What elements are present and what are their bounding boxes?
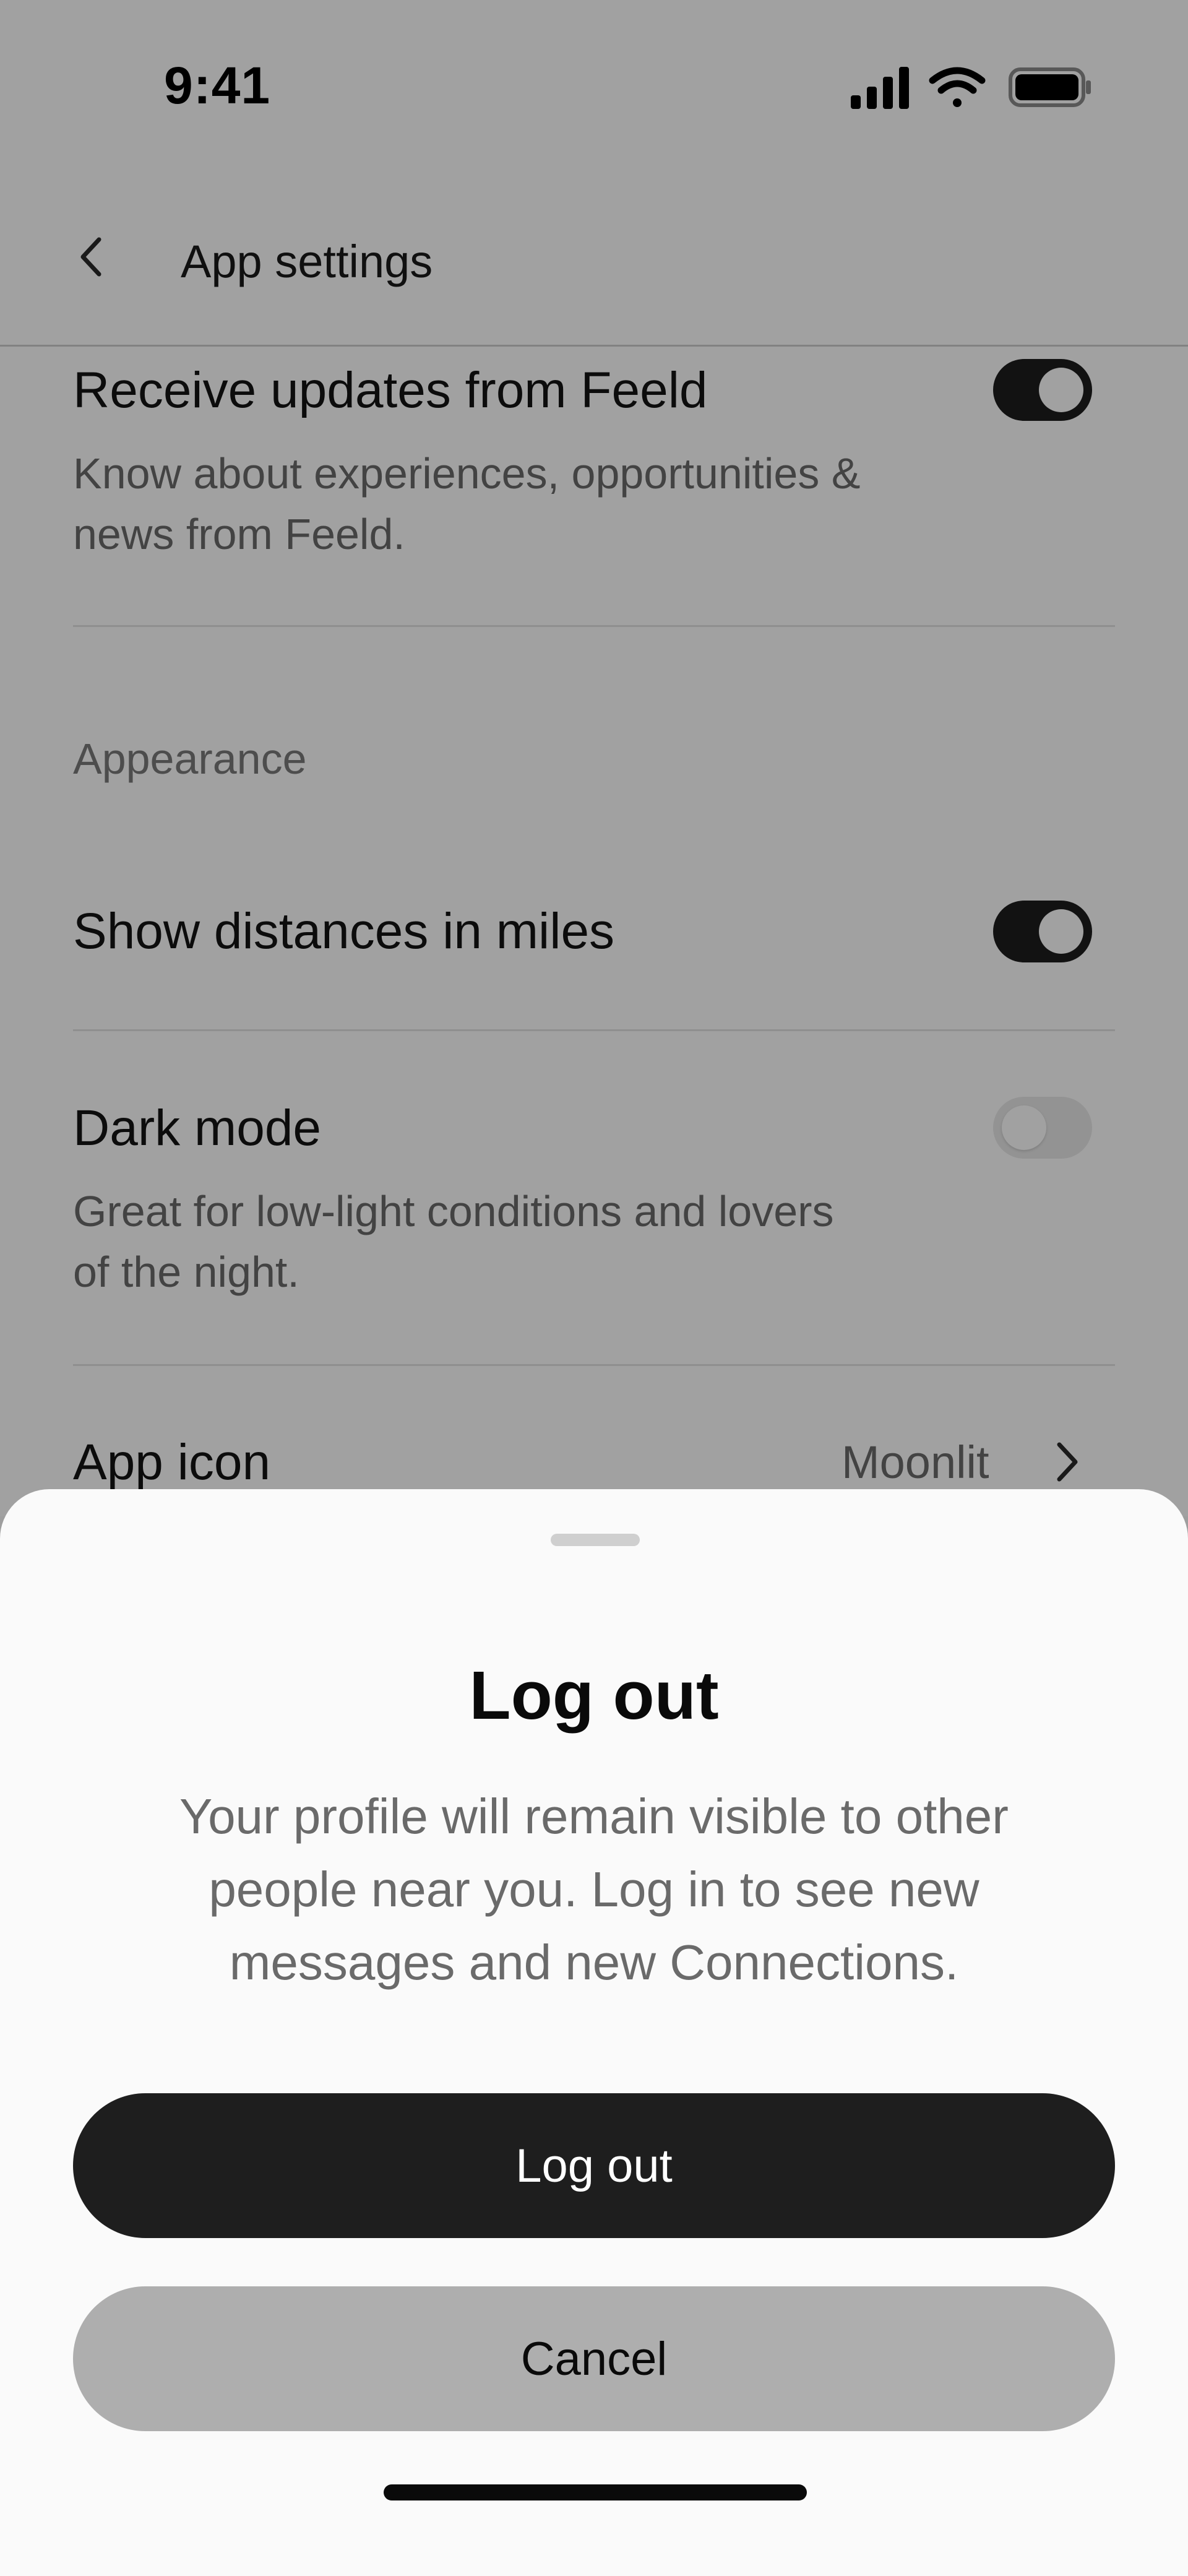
screen: 9:41 App settings Receive updates from F… xyxy=(0,0,1188,2576)
sheet-title: Log out xyxy=(469,1658,719,1734)
logout-button[interactable]: Log out xyxy=(73,2093,1115,2238)
home-indicator xyxy=(384,2484,807,2500)
sheet-message: Your profile will remain visible to othe… xyxy=(179,1789,1009,1990)
cancel-button[interactable]: Cancel xyxy=(73,2286,1115,2431)
sheet-grabber[interactable] xyxy=(551,1534,640,1546)
logout-bottom-sheet: Log out Your profile will remain visible… xyxy=(0,1489,1188,2576)
